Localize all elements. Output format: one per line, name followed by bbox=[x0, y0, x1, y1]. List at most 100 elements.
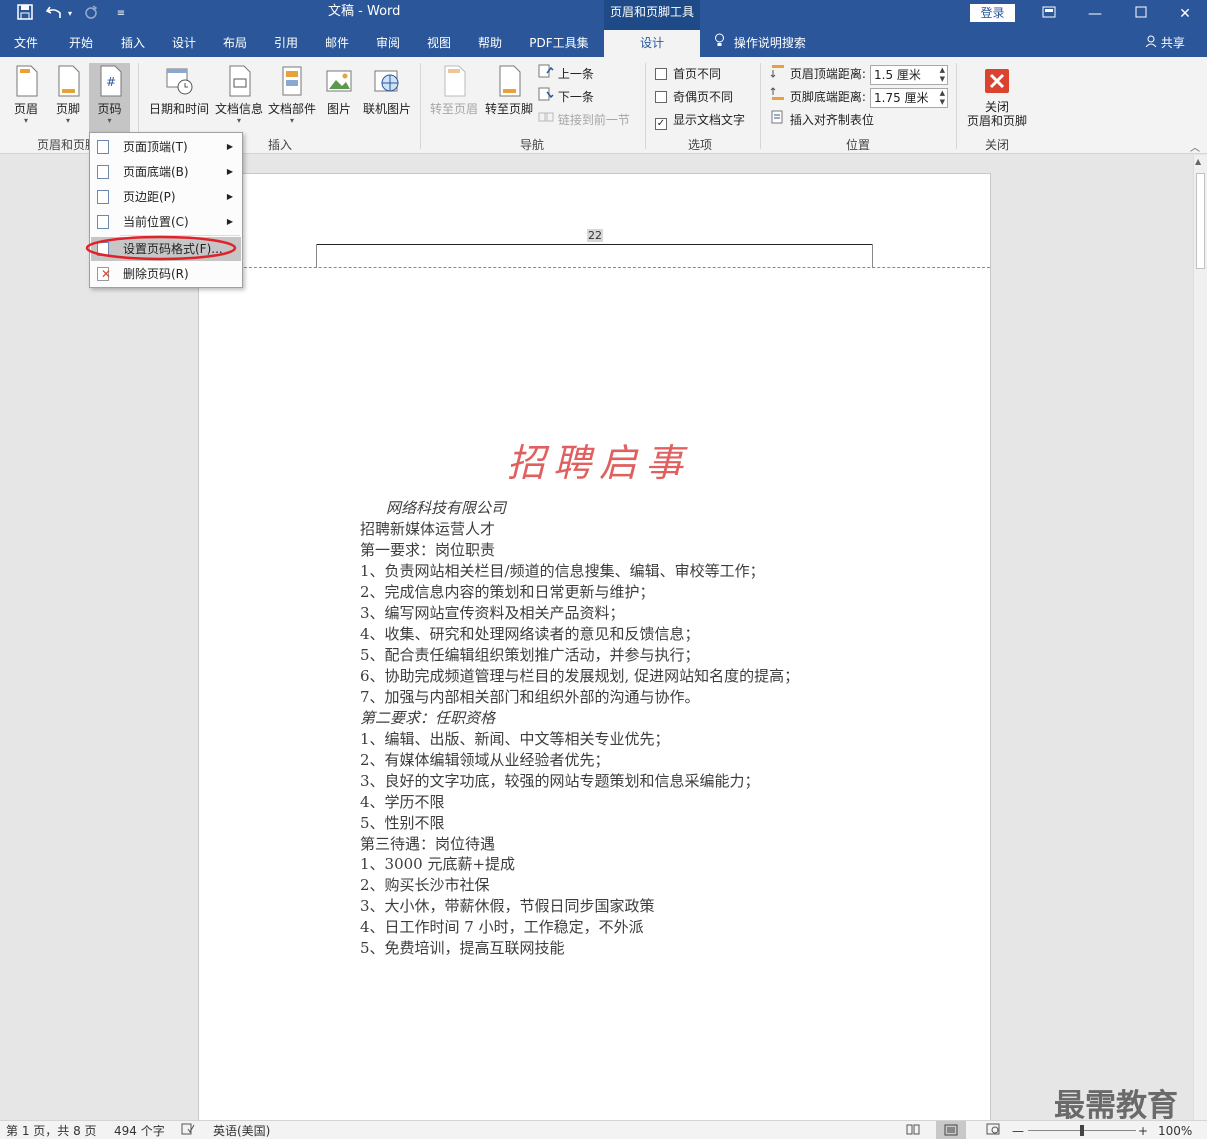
login-button[interactable]: 登录 bbox=[970, 4, 1015, 22]
footer-bottom-value: 1.75 厘米 bbox=[874, 91, 929, 105]
tab-help[interactable]: 帮助 bbox=[467, 30, 513, 57]
tab-file[interactable]: 文件 bbox=[4, 30, 48, 57]
picture-button[interactable]: 图片 bbox=[322, 63, 356, 135]
collapse-ribbon-icon[interactable]: ︿ bbox=[1190, 139, 1200, 154]
tab-design[interactable]: 设计 bbox=[161, 30, 207, 57]
header-top-input[interactable]: 1.5 厘米 ▲ ▼ bbox=[870, 65, 948, 85]
word-count[interactable]: 494 个字 bbox=[114, 1123, 165, 1139]
close-header-footer-button[interactable]: 关闭 页眉和页脚 bbox=[963, 63, 1031, 135]
undo-dropdown-icon[interactable]: ▾ bbox=[64, 4, 76, 24]
tab-layout[interactable]: 布局 bbox=[212, 30, 258, 57]
doc-line: 3、大小休，带薪休假，节假日同步国家政策 bbox=[360, 897, 655, 915]
undo-icon[interactable] bbox=[44, 4, 64, 24]
doc-line: 1、编辑、出版、新闻、中文等相关专业优先； bbox=[360, 730, 670, 748]
group-insert: 插入 bbox=[267, 138, 292, 152]
menu-item-bottom-of-page[interactable]: 页面底端(B) ▶ bbox=[91, 160, 241, 184]
lightbulb-icon bbox=[714, 30, 730, 57]
goto-footer-button[interactable]: 转至页脚 bbox=[482, 63, 536, 135]
menu-item-label: 页边距(P) bbox=[123, 190, 176, 204]
submenu-arrow-icon: ▶ bbox=[226, 142, 233, 151]
minimize-icon[interactable]: — bbox=[1072, 0, 1118, 30]
ribbon-display-icon[interactable] bbox=[1026, 0, 1072, 30]
link-previous-label: 链接到前一节 bbox=[557, 113, 630, 127]
page-number-button[interactable]: # 页码 ▾ bbox=[89, 63, 130, 135]
show-doc-text-checkbox[interactable]: ✓ 显示文档文字 bbox=[655, 110, 745, 130]
vertical-scrollbar[interactable]: ▲ bbox=[1193, 155, 1207, 1120]
next-button[interactable]: 下一条 bbox=[538, 87, 594, 107]
tab-home[interactable]: 开始 bbox=[58, 30, 104, 57]
doc-info-label: 文档信息 bbox=[214, 102, 263, 116]
doc-line: 1、3000 元底薪+提成 bbox=[360, 855, 516, 873]
menu-item-remove-page-numbers[interactable]: ✕ 删除页码(R) bbox=[91, 262, 241, 286]
zoom-level[interactable]: 100% bbox=[1158, 1123, 1192, 1139]
tab-view[interactable]: 视图 bbox=[416, 30, 462, 57]
doc-line: 第一要求：岗位职责 bbox=[360, 541, 496, 559]
tab-references[interactable]: 引用 bbox=[263, 30, 309, 57]
redo-icon[interactable] bbox=[80, 4, 102, 24]
header-boundary-line bbox=[199, 267, 990, 268]
previous-button[interactable]: 上一条 bbox=[538, 64, 594, 84]
page-count[interactable]: 第 1 页，共 8 页 bbox=[6, 1123, 97, 1139]
proofing-icon[interactable] bbox=[181, 1123, 195, 1139]
menu-item-label: 页面底端(B) bbox=[123, 165, 189, 179]
online-picture-button[interactable]: 联机图片 bbox=[360, 63, 414, 135]
person-icon bbox=[1145, 35, 1161, 50]
header-label: 页眉 bbox=[13, 102, 38, 116]
menu-item-label: 页面顶端(T) bbox=[123, 140, 188, 154]
web-layout-icon[interactable] bbox=[986, 1123, 1000, 1139]
print-layout-icon[interactable] bbox=[936, 1121, 966, 1139]
save-icon[interactable] bbox=[14, 4, 36, 24]
status-bar: 第 1 页，共 8 页 494 个字 英语(美国) — + 100% bbox=[0, 1120, 1207, 1139]
zoom-out-icon[interactable]: — bbox=[1012, 1123, 1024, 1139]
goto-header-button[interactable]: 转至页眉 bbox=[427, 63, 481, 135]
read-mode-icon[interactable] bbox=[906, 1123, 920, 1139]
next-icon bbox=[538, 87, 558, 104]
header-page-number[interactable]: 22 bbox=[587, 229, 603, 242]
maximize-icon[interactable] bbox=[1118, 0, 1164, 30]
doc-info-button[interactable]: 文档信息 ▾ bbox=[213, 63, 265, 135]
submenu-arrow-icon: ▶ bbox=[226, 192, 233, 201]
goto-footer-label: 转至页脚 bbox=[484, 102, 533, 116]
tab-pdf-tools[interactable]: PDF工具集 bbox=[520, 30, 598, 57]
goto-header-icon bbox=[444, 65, 466, 97]
language[interactable]: 英语(美国) bbox=[213, 1123, 270, 1139]
tab-mailings[interactable]: 邮件 bbox=[314, 30, 360, 57]
diff-odd-even-checkbox[interactable]: 奇偶页不同 bbox=[655, 87, 733, 107]
quick-parts-button[interactable]: 文档部件 ▾ bbox=[266, 63, 318, 135]
scroll-up-icon[interactable]: ▲ bbox=[1195, 157, 1201, 166]
spinner-arrows-icon[interactable]: ▲ ▼ bbox=[940, 66, 945, 84]
title-separator: - bbox=[358, 4, 363, 19]
close-icon[interactable]: ✕ bbox=[1162, 0, 1207, 30]
online-picture-icon bbox=[374, 70, 399, 92]
footer-button[interactable]: 页脚 ▾ bbox=[48, 63, 88, 135]
previous-label: 上一条 bbox=[557, 67, 594, 81]
link-previous-button[interactable]: 链接到前一节 bbox=[538, 110, 630, 130]
menu-item-top-of-page[interactable]: 页面顶端(T) ▶ bbox=[91, 135, 241, 159]
footer-bottom-distance: 页脚底端距离: bbox=[770, 87, 866, 107]
insert-align-tab-button[interactable]: 插入对齐制表位 bbox=[770, 110, 874, 130]
doc-line: 2、购买长沙市社保 bbox=[360, 876, 490, 894]
header-button[interactable]: 页眉 ▾ bbox=[6, 63, 46, 135]
doc-info-icon bbox=[229, 65, 251, 97]
tell-me-search[interactable]: 操作说明搜索 bbox=[714, 30, 824, 57]
tab-insert[interactable]: 插入 bbox=[110, 30, 156, 57]
menu-item-current-position[interactable]: 当前位置(C) ▶ bbox=[91, 210, 241, 234]
share-button[interactable]: 共享 bbox=[1140, 30, 1190, 57]
spinner-arrows-icon[interactable]: ▲ ▼ bbox=[940, 89, 945, 107]
doc-line: 5、配合责任编辑组织策划推广活动，并参与执行； bbox=[360, 646, 700, 664]
page-margins-icon bbox=[97, 190, 109, 204]
menu-item-page-margins[interactable]: 页边距(P) ▶ bbox=[91, 185, 241, 209]
zoom-slider-thumb[interactable] bbox=[1080, 1125, 1084, 1136]
delete-x-icon: ✕ bbox=[101, 267, 112, 281]
date-time-button[interactable]: 日期和时间 bbox=[147, 63, 211, 135]
current-position-icon bbox=[97, 215, 109, 229]
context-tool-label: 页眉和页脚工具 bbox=[604, 0, 700, 30]
customize-icon[interactable]: ≡ bbox=[110, 4, 132, 24]
footer-label: 页脚 bbox=[55, 102, 80, 116]
footer-bottom-input[interactable]: 1.75 厘米 ▲ ▼ bbox=[870, 88, 948, 108]
tab-header-footer-design[interactable]: 设计 bbox=[604, 30, 700, 57]
zoom-in-icon[interactable]: + bbox=[1138, 1123, 1148, 1139]
scrollbar-thumb[interactable] bbox=[1196, 173, 1205, 269]
tab-review[interactable]: 审阅 bbox=[365, 30, 411, 57]
diff-first-checkbox[interactable]: 首页不同 bbox=[655, 64, 721, 84]
